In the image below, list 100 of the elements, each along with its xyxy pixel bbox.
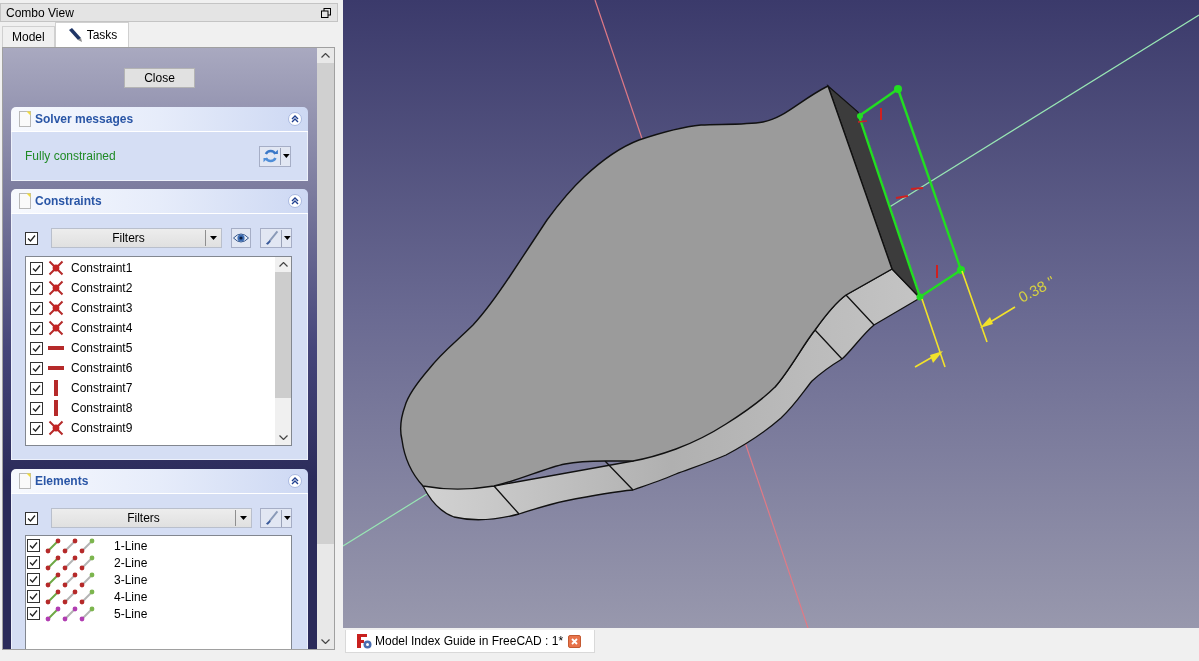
end-point-icon[interactable] <box>79 554 95 571</box>
item-checkbox[interactable] <box>30 401 43 415</box>
constraint-label[interactable]: Constraint2 <box>71 281 133 295</box>
collapse-icon[interactable] <box>288 474 302 488</box>
show-all-checkbox[interactable] <box>25 231 38 245</box>
constraint-mark <box>936 264 938 279</box>
document-tab[interactable]: Model Index Guide in FreeCAD : 1* <box>345 630 596 653</box>
item-checkbox[interactable] <box>27 590 40 603</box>
brush-icon <box>264 230 280 246</box>
scroll-up-icon[interactable] <box>278 262 288 267</box>
item-checkbox[interactable] <box>30 261 43 275</box>
sheet-icon <box>19 193 31 209</box>
solver-status-text: Fully constrained <box>25 149 116 163</box>
panel-title: Constraints <box>35 194 103 208</box>
start-point-icon[interactable] <box>62 571 78 588</box>
filter-dropdown[interactable]: Filters <box>51 228 222 248</box>
sketch-point[interactable] <box>916 293 924 301</box>
panel-title: Elements <box>35 474 90 488</box>
edge-icon[interactable] <box>45 605 61 622</box>
start-point-icon[interactable] <box>62 588 78 605</box>
caret-icon <box>240 516 247 520</box>
settings-button[interactable] <box>260 508 292 528</box>
constraint-label[interactable]: Constraint8 <box>71 401 133 415</box>
item-checkbox[interactable] <box>27 573 40 586</box>
brush-icon <box>264 510 280 526</box>
item-checkbox[interactable] <box>27 607 40 620</box>
element-label[interactable]: 2-Line <box>114 555 148 570</box>
settings-button[interactable] <box>260 228 292 248</box>
scrollbar-thumb[interactable] <box>317 63 334 544</box>
constraint-label[interactable]: Constraint3 <box>71 301 133 315</box>
3d-viewport[interactable]: 0.38 " <box>343 0 1199 628</box>
element-label[interactable]: 4-Line <box>114 589 148 604</box>
collapse-icon[interactable] <box>288 194 302 208</box>
close-button[interactable]: Close <box>124 68 195 88</box>
constraint-mark <box>857 120 868 123</box>
scrollbar-thumb[interactable] <box>275 272 291 398</box>
constraint-label[interactable]: Constraint7 <box>71 381 133 395</box>
vertical-icon <box>54 400 58 416</box>
panel-header[interactable]: Constraints <box>11 189 308 214</box>
app-logo-icon <box>356 633 372 649</box>
item-checkbox[interactable] <box>30 361 43 375</box>
close-icon[interactable] <box>568 634 582 648</box>
edge-icon[interactable] <box>45 537 61 554</box>
edge-icon[interactable] <box>45 571 61 588</box>
sketch-point[interactable] <box>894 85 902 93</box>
start-point-icon[interactable] <box>62 605 78 622</box>
item-checkbox[interactable] <box>27 539 40 552</box>
constraint-label[interactable]: Constraint5 <box>71 341 133 355</box>
constraint-label[interactable]: Constraint1 <box>71 261 133 275</box>
panel-tab[interactable]: Model <box>2 26 55 47</box>
item-checkbox[interactable] <box>30 301 43 315</box>
sketch-point[interactable] <box>857 113 863 119</box>
element-label[interactable]: 5-Line <box>114 606 148 621</box>
start-point-icon[interactable] <box>62 554 78 571</box>
item-checkbox[interactable] <box>30 421 43 435</box>
filter-dropdown[interactable]: Filters <box>51 508 252 528</box>
coincident-icon <box>48 300 64 316</box>
element-label[interactable]: 3-Line <box>114 572 148 587</box>
constraint-mark <box>895 195 909 199</box>
panel-tab[interactable]: Tasks <box>54 22 130 47</box>
scroll-down-icon[interactable] <box>278 435 288 440</box>
end-point-icon[interactable] <box>79 537 95 554</box>
constraint-label[interactable]: Constraint4 <box>71 321 133 335</box>
show-all-checkbox[interactable] <box>25 511 38 525</box>
start-point-icon[interactable] <box>62 537 78 554</box>
panel-header[interactable]: Solver messages <box>11 107 308 132</box>
constraint-label[interactable]: Constraint9 <box>71 421 133 435</box>
vertical-icon <box>54 380 58 396</box>
constraint-label[interactable]: Constraint6 <box>71 361 133 375</box>
dimension-label[interactable]: 0.38 " <box>1015 272 1058 306</box>
edge-icon[interactable] <box>45 588 61 605</box>
caret-icon <box>283 154 290 158</box>
list-scrollbar[interactable] <box>275 257 291 445</box>
end-point-icon[interactable] <box>79 571 95 588</box>
caret-icon <box>284 516 291 520</box>
edge-icon[interactable] <box>45 554 61 571</box>
panel-scrollbar[interactable] <box>317 48 334 649</box>
panel-header[interactable]: Elements <box>11 469 308 494</box>
end-point-icon[interactable] <box>79 588 95 605</box>
scroll-up-icon[interactable] <box>321 53 330 58</box>
end-point-icon[interactable] <box>79 605 95 622</box>
constraint-mark <box>880 107 882 121</box>
coincident-icon <box>48 320 64 336</box>
restore-icon[interactable] <box>321 7 331 18</box>
item-checkbox[interactable] <box>30 341 43 355</box>
pencil-icon <box>66 27 83 43</box>
element-label[interactable]: 1-Line <box>114 538 148 553</box>
refresh-button[interactable] <box>259 145 291 167</box>
eye-icon <box>233 232 249 244</box>
item-checkbox[interactable] <box>27 556 40 569</box>
dimension-line[interactable] <box>914 270 1016 368</box>
scroll-down-icon[interactable] <box>321 639 330 644</box>
item-checkbox[interactable] <box>30 321 43 335</box>
top-face[interactable] <box>400 85 893 490</box>
horizontal-icon <box>48 346 64 350</box>
item-checkbox[interactable] <box>30 381 43 395</box>
visibility-button[interactable] <box>231 228 251 248</box>
horizontal-icon <box>48 366 64 370</box>
item-checkbox[interactable] <box>30 281 43 295</box>
collapse-icon[interactable] <box>288 112 302 126</box>
